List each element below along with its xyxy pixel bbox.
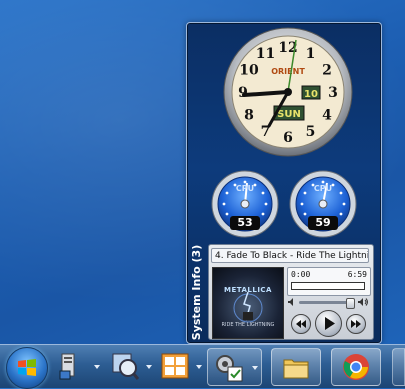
- clock-numeral: 5: [306, 124, 316, 140]
- volume-slider[interactable]: [299, 298, 356, 309]
- taskbar-button-explorer[interactable]: [271, 348, 321, 386]
- sidebar-section-label-text: System Info (3): [190, 244, 204, 340]
- taskbar-overflow-edge: [392, 348, 405, 386]
- play-button[interactable]: [315, 310, 342, 337]
- cpu-gauge-1-value: 53: [230, 216, 260, 230]
- track-title: 4. Fade To Black - Ride The Lightning: [211, 248, 369, 263]
- clock-brand: ORIENT: [271, 67, 305, 76]
- clock-numeral: 2: [322, 63, 332, 79]
- sidebar-section-label[interactable]: System Info (3): [188, 244, 206, 340]
- clock-numeral: 8: [244, 108, 254, 124]
- volume-high-icon[interactable]: [357, 297, 369, 307]
- clock-numeral: 1: [306, 46, 316, 62]
- analog-clock[interactable]: 12 1234567891011 ORIENT 10 SUN: [222, 26, 354, 158]
- computer-manager-icon[interactable]: [56, 351, 86, 381]
- clock-numeral: 10: [239, 63, 259, 79]
- start-button[interactable]: [6, 347, 48, 389]
- media-player-gadget: 4. Fade To Black - Ride The Lightning ME…: [208, 244, 374, 340]
- seek-bar[interactable]: [291, 282, 365, 290]
- fast-forward-icon: [351, 320, 361, 328]
- dropdown-arrow-icon[interactable]: [94, 365, 100, 369]
- windows-logo-icon: [18, 359, 36, 376]
- cpu-gauge-2: CPU 59: [289, 170, 357, 238]
- album-art-title: RIDE THE LIGHTNING: [221, 322, 275, 328]
- cpu-gauge-2-value: 59: [308, 216, 338, 230]
- dropdown-arrow-icon[interactable]: [252, 366, 258, 370]
- clock-day-window: SUN: [277, 109, 301, 120]
- album-art: METALLICA RIDE THE LIGHTNING: [212, 267, 284, 339]
- clock-numeral: 6: [283, 130, 293, 146]
- rewind-icon: [296, 320, 306, 328]
- taskbar-button-control-panel[interactable]: [207, 348, 262, 386]
- clock-numeral: 4: [322, 108, 332, 124]
- play-icon: [325, 317, 335, 330]
- next-track-button[interactable]: [346, 314, 366, 334]
- clock-numeral: 3: [328, 85, 338, 101]
- control-panel-icon: [216, 355, 243, 382]
- previous-track-button[interactable]: [291, 314, 311, 334]
- cpu-gauge-2-label: CPU: [313, 184, 333, 193]
- taskbar-button-chrome[interactable]: [331, 348, 381, 386]
- dropdown-arrow-icon[interactable]: [196, 365, 202, 369]
- clock-numeral: 11: [256, 46, 275, 62]
- volume-low-icon[interactable]: [287, 297, 297, 307]
- cpu-gauge-1: CPU 53: [211, 170, 279, 238]
- volume-slider-knob[interactable]: [346, 298, 356, 309]
- time-display: 0:00 6:59: [287, 267, 371, 296]
- playback-controls: [289, 310, 369, 337]
- clock-date-window: 10: [304, 89, 318, 100]
- dropdown-arrow-icon[interactable]: [146, 365, 152, 369]
- network-map-icon[interactable]: [110, 351, 140, 381]
- office-icon[interactable]: [160, 351, 190, 381]
- total-time: 6:59: [347, 270, 367, 279]
- windows-explorer-icon: [283, 359, 309, 379]
- volume-control: [287, 297, 369, 309]
- current-time: 0:00: [291, 270, 311, 279]
- chrome-icon: [343, 354, 369, 380]
- taskbar: [0, 344, 405, 389]
- cpu-gauge-1-label: CPU: [235, 184, 255, 193]
